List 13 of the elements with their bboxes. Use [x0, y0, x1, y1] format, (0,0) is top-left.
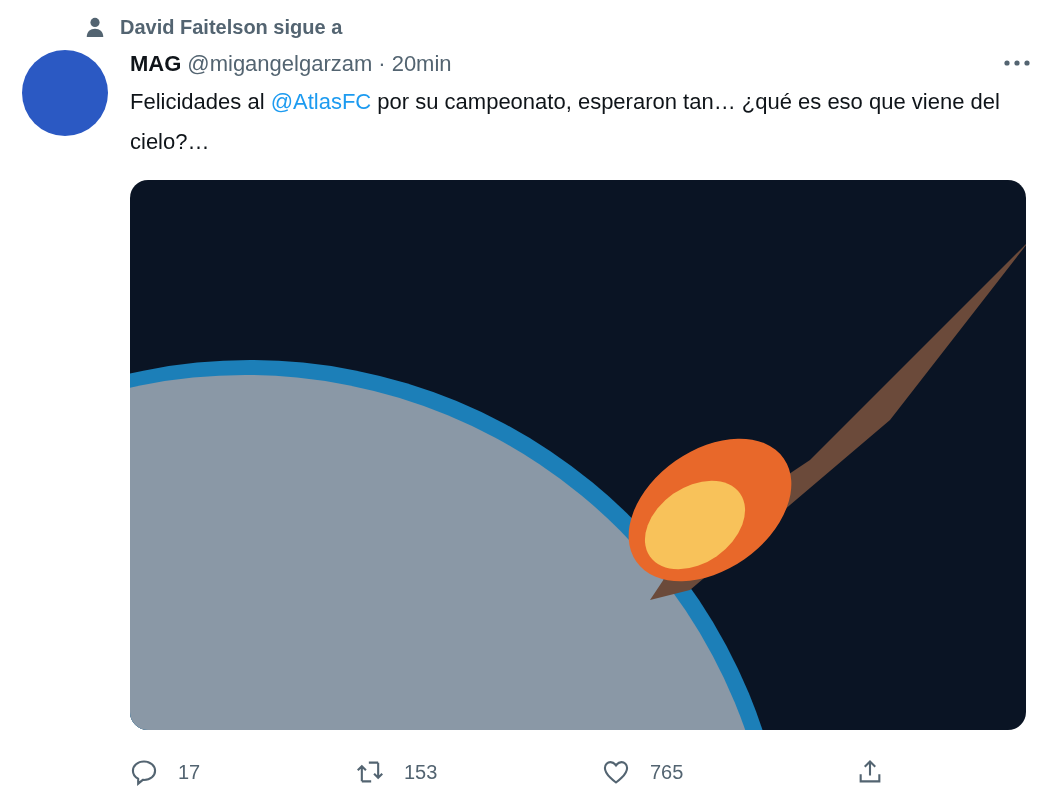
like-count: 765: [650, 760, 684, 785]
separator: ·: [378, 49, 386, 78]
tweet-text: Felicidades al @AtlasFC por su campeonato, esperaron tan… ¿qué es eso que viene del cielo?…: [130, 88, 1001, 156]
reply-count: 17: [178, 760, 201, 785]
person-icon: [84, 16, 106, 38]
display-name[interactable]: MAG: [130, 46, 182, 80]
more-options-icon[interactable]: [1004, 60, 1030, 66]
timestamp[interactable]: 20min: [391, 46, 452, 80]
heart-icon[interactable]: [602, 758, 630, 786]
social-context: David Faitelson sigue a: [120, 15, 343, 40]
user-handle[interactable]: @migangelgarzam: [187, 46, 373, 80]
reply-icon[interactable]: [130, 758, 158, 786]
retweet-count: 153: [404, 760, 438, 785]
